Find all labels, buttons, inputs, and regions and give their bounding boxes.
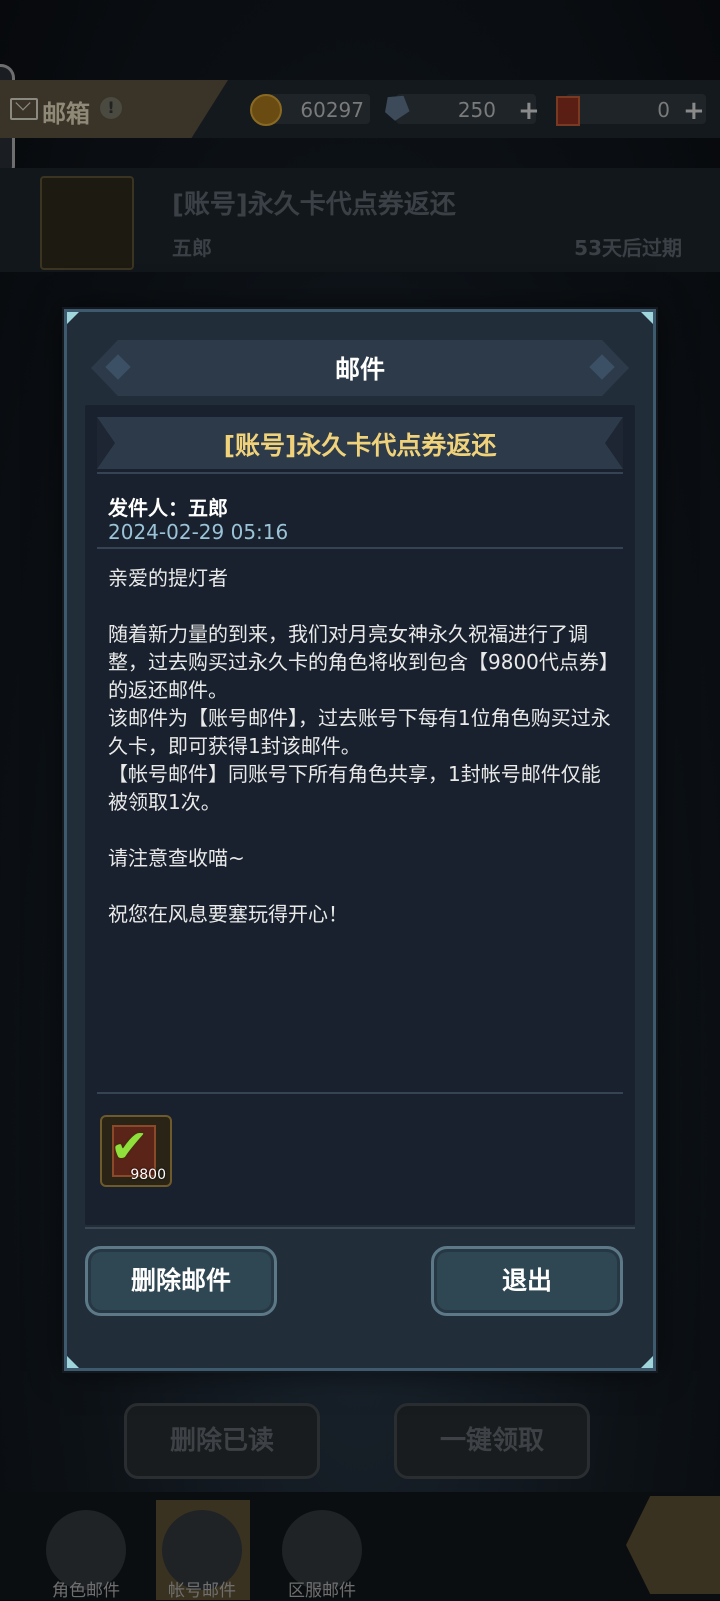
divider (97, 1092, 623, 1094)
attachment-item[interactable]: ✔ 9800 (100, 1115, 172, 1187)
mail-list-expiry: 53天后过期 (574, 236, 682, 260)
mail-list-sender: 五郎 (172, 236, 212, 260)
mail-closing: 祝您在风息要塞玩得开心！ (108, 902, 348, 926)
gold-value: 60297 (300, 98, 364, 122)
card-value: 0 (657, 98, 670, 122)
mail-body: 随着新力量的到来，我们对月亮女神永久祝福进行了调整，过去购买过永久卡的角色将收到… (108, 622, 611, 814)
mail-attachment-thumb (40, 176, 134, 270)
mail-date: 2024-02-29 05:16 (108, 520, 289, 544)
divider (97, 472, 623, 474)
nav-label: 帐号邮件 (168, 1581, 236, 1601)
corner-ornament (67, 1356, 79, 1368)
mailbox-icon (10, 98, 38, 120)
divider (97, 547, 623, 549)
exit-button[interactable]: 退出 (431, 1246, 623, 1316)
info-icon[interactable]: ! (100, 97, 122, 119)
card-icon (556, 96, 580, 126)
gem-value: 250 (457, 98, 496, 122)
footer-divider (85, 1227, 635, 1229)
mail-greeting: 亲爱的提灯者 (108, 566, 228, 590)
gold-coin-icon (250, 94, 282, 126)
attachment-count: 9800 (130, 1167, 166, 1183)
delete-mail-button[interactable]: 删除邮件 (85, 1246, 277, 1316)
nav-label: 角色邮件 (52, 1581, 120, 1601)
mail-reminder: 请注意查收喵~ (108, 846, 245, 870)
delete-read-button[interactable]: 删除已读 (124, 1403, 320, 1479)
add-cards-button[interactable]: + (683, 96, 705, 126)
corner-ornament (67, 312, 79, 324)
mail-dialog: 邮件 [账号]永久卡代点券返还 发件人：五郎 2024-02-29 05:16 … (64, 309, 656, 1371)
nav-server-mail[interactable]: 区服邮件 (276, 1500, 368, 1601)
mailbox-title: 邮箱 (42, 100, 90, 128)
nav-character-mail[interactable]: 角色邮件 (40, 1500, 132, 1601)
dialog-title: 邮件 (334, 355, 385, 384)
add-gems-button[interactable]: + (518, 96, 540, 126)
mail-list-title: [账号]永久卡代点券返还 (172, 190, 456, 220)
claim-all-button[interactable]: 一键领取 (394, 1403, 590, 1479)
mail-subject: [账号]永久卡代点券返还 (223, 431, 497, 460)
corner-ornament (641, 312, 653, 324)
mail-sender: 发件人：五郎 (108, 496, 228, 520)
nav-account-mail[interactable]: 帐号邮件 (156, 1500, 250, 1601)
checkmark-icon: ✔ (110, 1119, 149, 1173)
nav-label: 区服邮件 (288, 1581, 356, 1601)
corner-ornament (641, 1356, 653, 1368)
